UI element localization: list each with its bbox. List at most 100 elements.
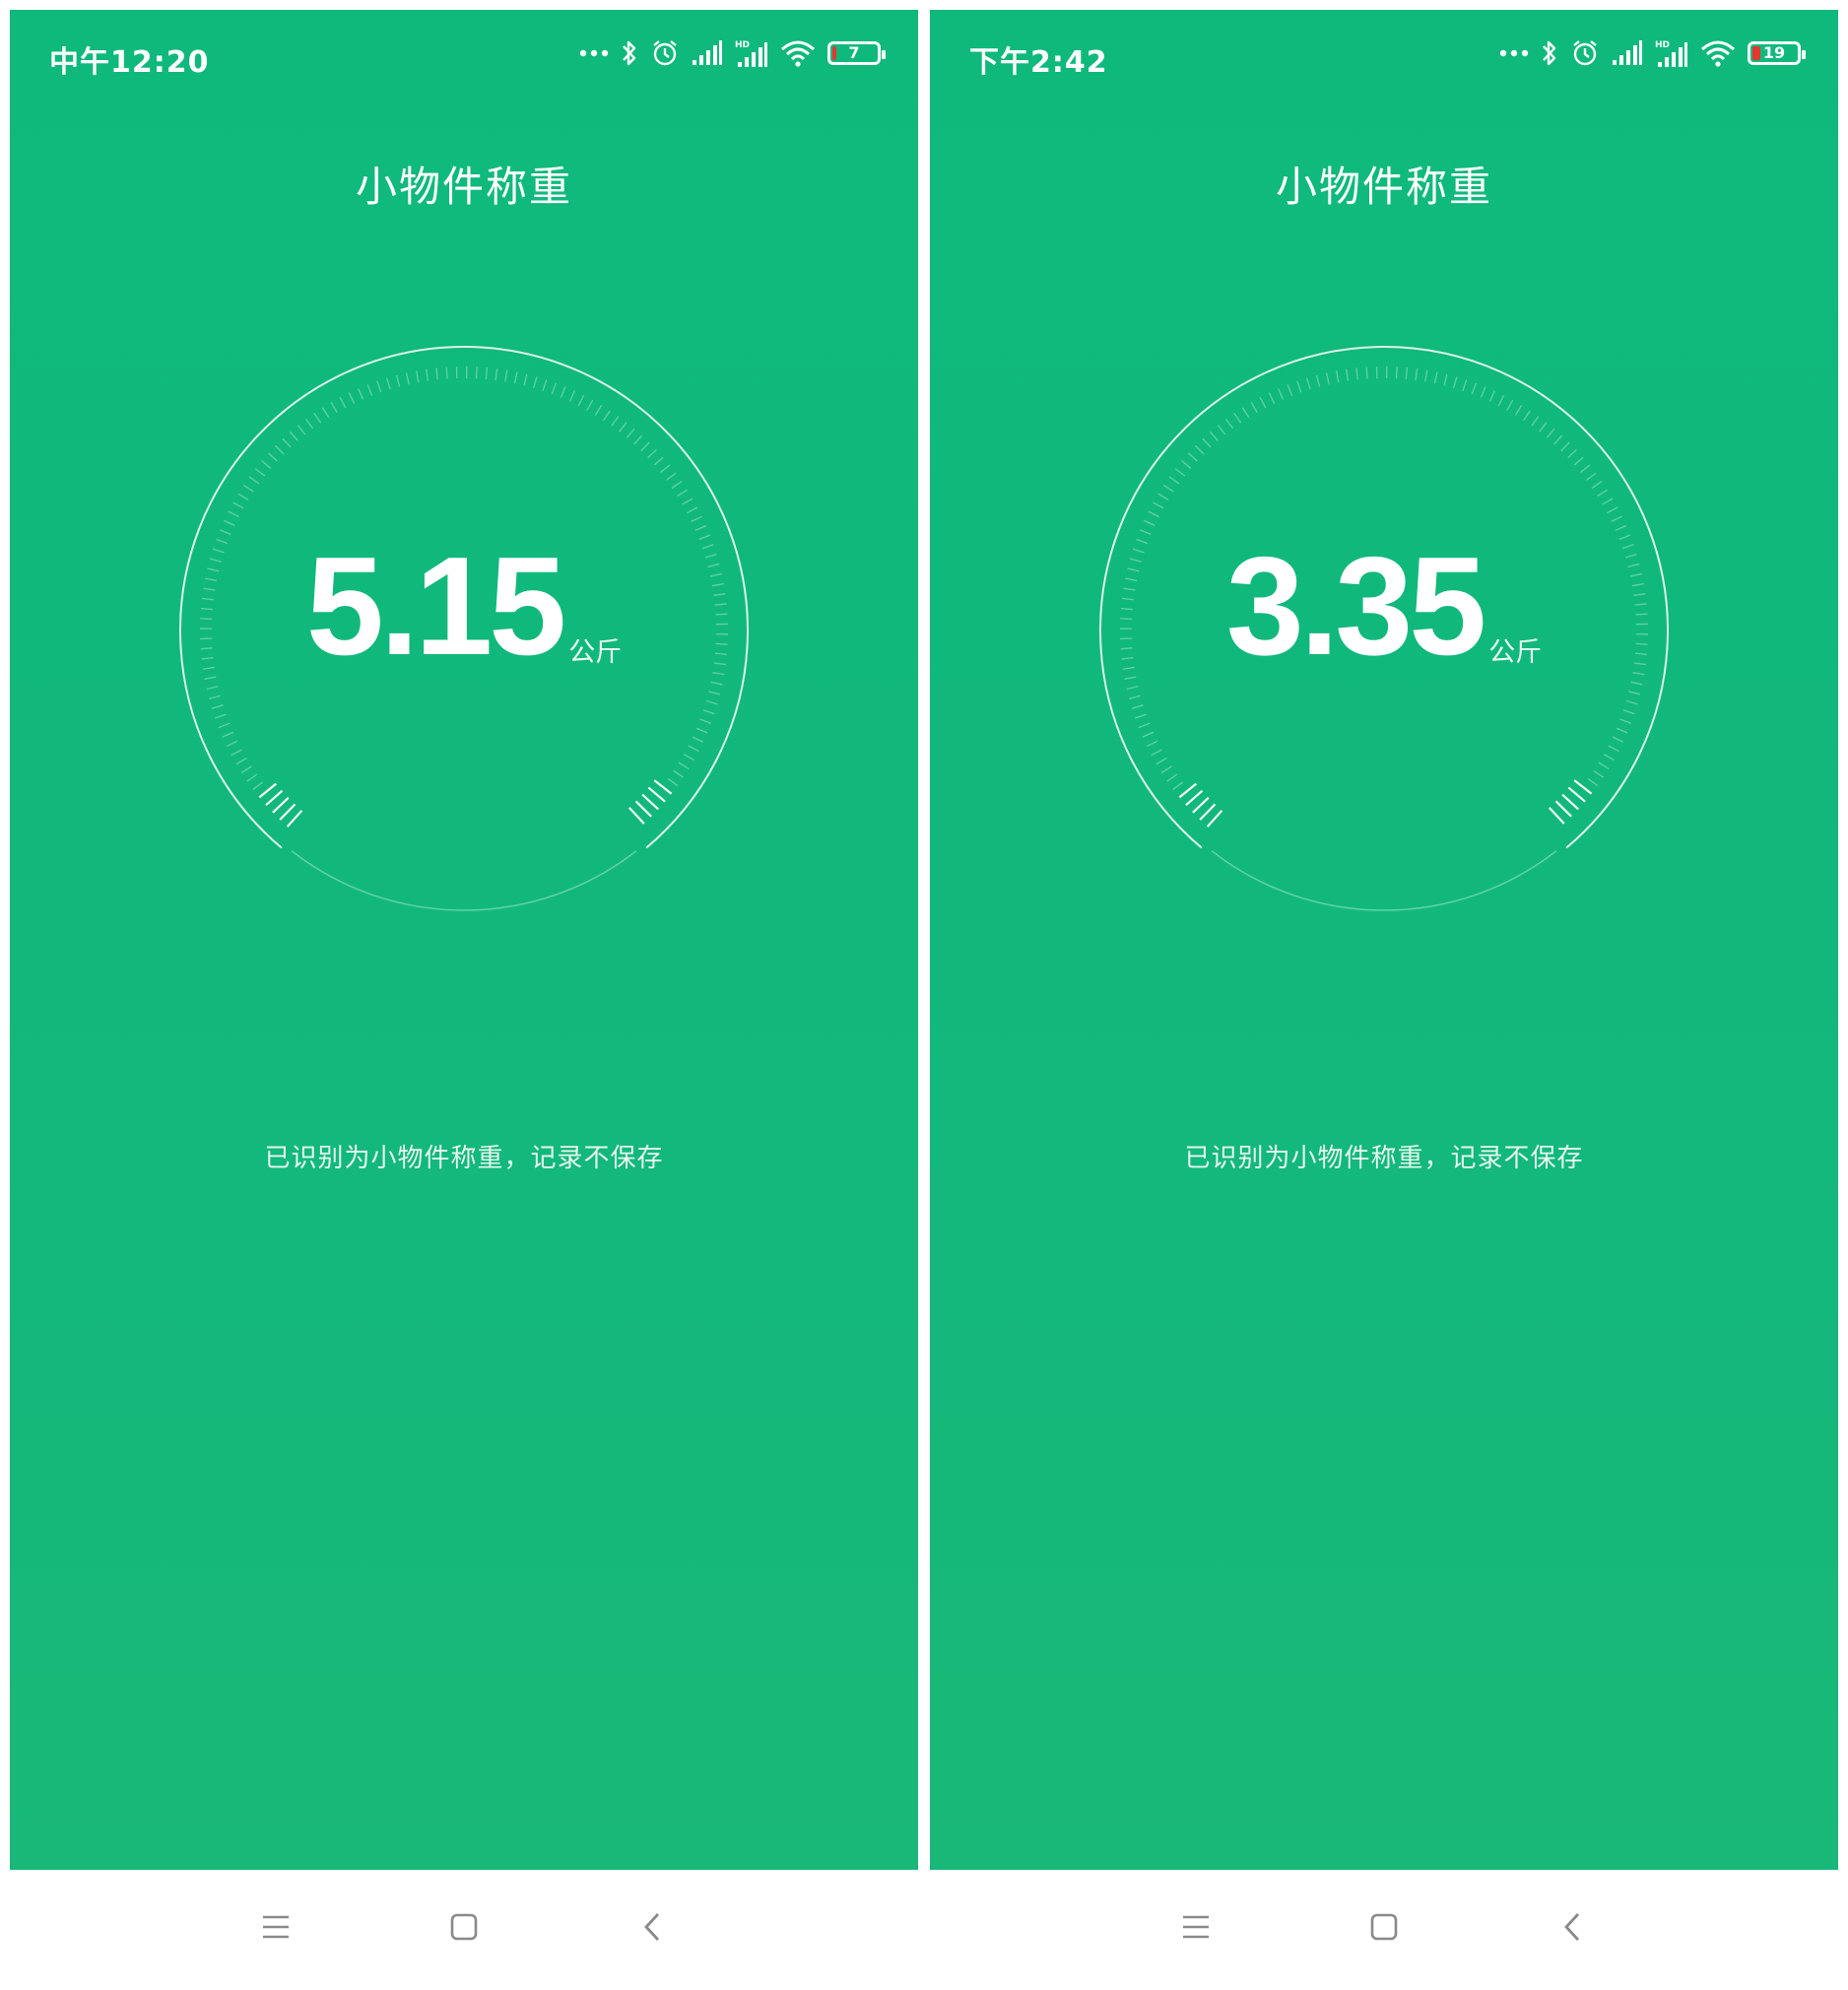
gauge-tick [1155, 757, 1167, 765]
gauge-tick [246, 773, 258, 782]
gauge-tick [1630, 681, 1643, 686]
home-button[interactable] [434, 1897, 494, 1957]
gauge-tick [1611, 515, 1622, 523]
gauge-tick [626, 428, 635, 438]
gauge-tick [1139, 529, 1152, 536]
gauge-tick [1187, 452, 1198, 462]
menu-button[interactable] [246, 1897, 305, 1957]
gauge-tick [1146, 740, 1158, 748]
gauge-tick [702, 709, 715, 715]
more-dots-icon [1499, 49, 1529, 57]
hint-text: 已识别为小物件称重，记录不保存 [1184, 1144, 1584, 1173]
gauge-tick [1305, 377, 1311, 390]
gauge-tick [348, 392, 356, 404]
phone-screenshot-left: 中午12:20 HD 7 小物件称重 5.15 公斤 已识别为小物件称重，记录不保… [10, 10, 918, 1990]
home-button[interactable] [1354, 1897, 1414, 1957]
gauge-tick [705, 699, 718, 705]
gauge-tick [435, 367, 438, 380]
gauge-tick [1452, 376, 1458, 389]
gauge-tick [1278, 388, 1285, 400]
weight-unit: 公斤 [568, 637, 623, 668]
gauge-tick [1174, 468, 1186, 477]
gauge-tick [1471, 382, 1478, 395]
gauge-tick [1587, 777, 1599, 787]
gauge-tick [1355, 367, 1358, 380]
gauge-tick [1488, 390, 1496, 402]
gauge-tick [1497, 394, 1505, 407]
hd-signal-icon: HD [735, 40, 767, 67]
gauge-tick [206, 686, 219, 691]
weight-reading: 5.15 公斤 [10, 537, 918, 677]
gauge-tick [532, 376, 538, 389]
app-screen: 下午2:42 HD 19 小物件称重 3.35 公斤 已识别为小物件称重，记录不保… [930, 10, 1838, 1870]
signal-icon [1613, 40, 1642, 65]
gauge-tick [313, 413, 322, 424]
gauge-tick [691, 515, 702, 523]
gauge-tick [254, 468, 266, 477]
gauge-tick [1591, 481, 1603, 489]
gauge-tick [1168, 476, 1180, 485]
gauge-tick [219, 529, 231, 536]
gauge-tick [695, 727, 708, 734]
gauge-tick [1602, 498, 1614, 505]
gauge-tick [1199, 803, 1217, 821]
gauge-tick [1573, 456, 1584, 466]
gauge-tick [647, 786, 666, 803]
gauge-tick [577, 394, 585, 407]
gauge-tick [395, 374, 401, 387]
gauge-tick [692, 736, 704, 743]
gauge-tick [1567, 449, 1577, 459]
gauge-tick [485, 366, 489, 380]
gauge-tick [1126, 686, 1139, 691]
status-time: 下午2:42 [969, 45, 1108, 80]
gauge-tick [1259, 397, 1267, 409]
gauge-tick [1567, 786, 1586, 803]
gauge-tick [1573, 779, 1593, 795]
weight-value: 3.35 [1225, 528, 1486, 685]
gauge-tick [551, 382, 558, 395]
gauge-tick [224, 519, 235, 527]
gauge-tick [495, 368, 498, 381]
gauge-tick [687, 506, 698, 514]
gauge-tick [226, 740, 238, 748]
gauge-tick [204, 676, 217, 680]
gauge-tick [358, 388, 364, 400]
battery-level: 7 [848, 43, 860, 62]
gauge-tick [1593, 769, 1605, 778]
gauge-tick [208, 695, 221, 700]
gauge-tick [1233, 413, 1242, 424]
gauge-tick [1148, 510, 1159, 518]
gauge-tick [1554, 800, 1572, 818]
gauge-tick [242, 484, 254, 493]
gauge-tick [1561, 793, 1580, 811]
status-bar: 下午2:42 HD 19 [930, 10, 1838, 93]
status-bar: 中午12:20 HD 7 [10, 10, 918, 93]
gauge-tick [1603, 754, 1615, 762]
back-button[interactable] [1543, 1897, 1602, 1957]
gauge-tick [1131, 704, 1144, 709]
gauge-tick [1250, 402, 1258, 414]
gauge-tick [1553, 434, 1563, 445]
gauge-tick [1480, 386, 1486, 398]
gauge-tick [304, 418, 314, 430]
gauge-tick [708, 691, 721, 696]
gauge-tick [1607, 506, 1618, 514]
gauge-tick [523, 373, 528, 386]
gauge-tick [475, 366, 478, 379]
gauge-tick [504, 369, 508, 382]
gauge-tick [248, 476, 260, 485]
menu-button[interactable] [1166, 1897, 1225, 1957]
gauge-tick [1138, 722, 1151, 729]
gauge-tick [237, 493, 249, 500]
gauge-tick [1315, 374, 1321, 387]
battery-icon: 19 [1748, 41, 1806, 65]
gauge-tick [297, 425, 306, 435]
back-button[interactable] [623, 1897, 682, 1957]
gauge-tick [1172, 781, 1183, 790]
gauge-tick [415, 370, 420, 383]
navigation-bar [10, 1870, 918, 1990]
hint-text: 已识别为小物件称重，记录不保存 [264, 1144, 664, 1173]
gauge-tick [282, 437, 292, 448]
gauge-tick [272, 796, 290, 814]
gauge-tick [1462, 379, 1468, 392]
